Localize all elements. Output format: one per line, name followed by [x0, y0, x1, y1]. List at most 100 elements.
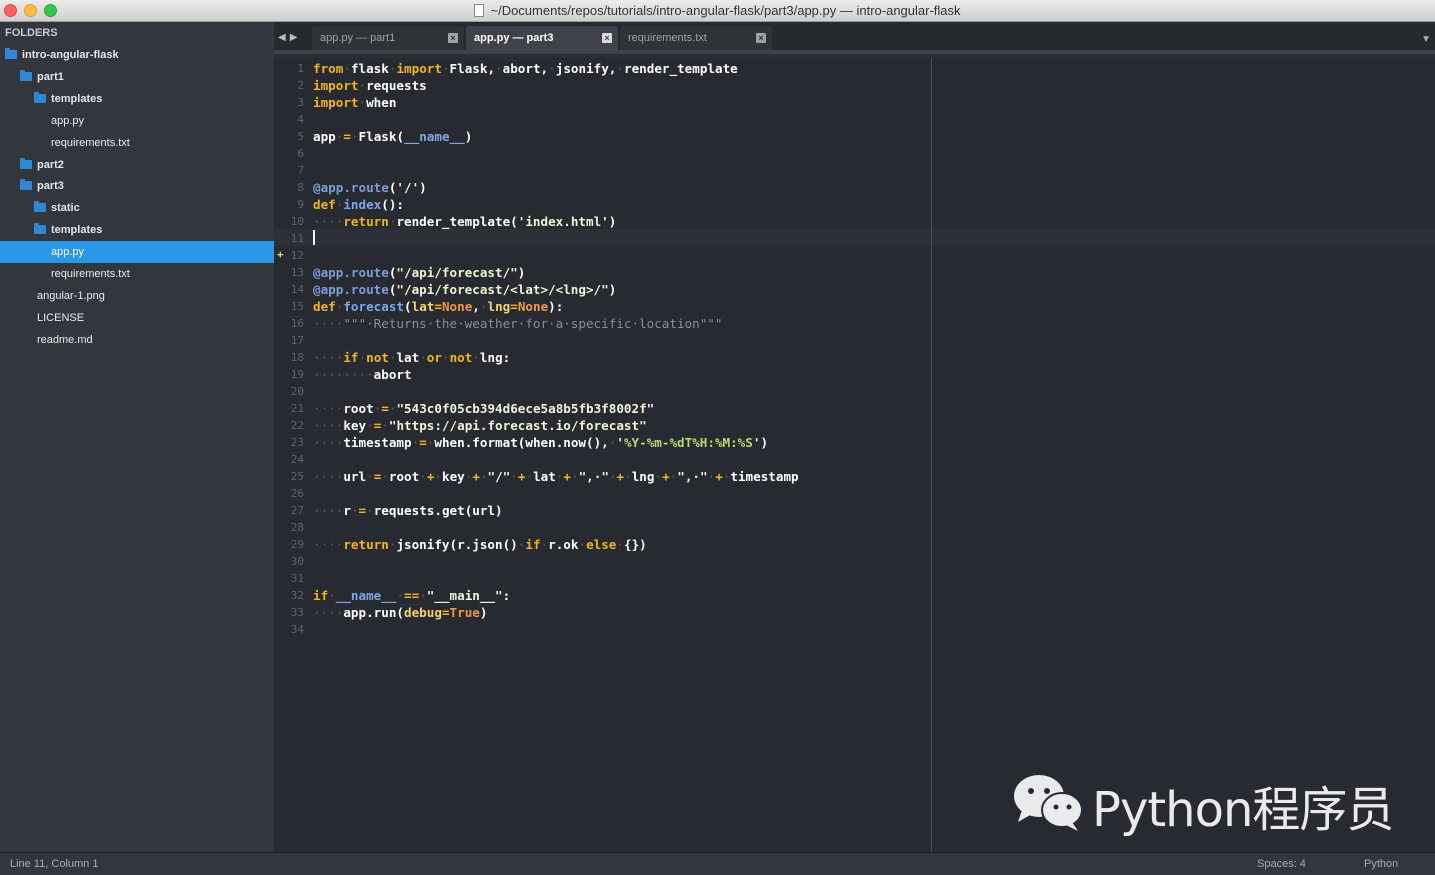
- code-line[interactable]: @app.route("/api/forecast/<lat>/<lng>/"): [313, 281, 616, 298]
- folder-item[interactable]: part1: [0, 66, 274, 88]
- code-token: abort: [373, 367, 412, 382]
- folder-icon: [34, 91, 46, 103]
- code-token: ·: [343, 61, 351, 76]
- line-number: 33: [290, 606, 304, 619]
- code-line[interactable]: import·requests: [313, 77, 427, 94]
- code-token: ",·": [578, 469, 609, 484]
- line-number: 17: [290, 334, 304, 347]
- folder-item[interactable]: static: [0, 197, 274, 219]
- code-token: ·: [472, 350, 480, 365]
- tab-bar: ◀▶ app.py — part1 × app.py — part3 × req…: [274, 22, 1435, 54]
- file-item[interactable]: app.py: [0, 110, 274, 132]
- code-line[interactable]: ····root·=·"543c0f05cb394d6ece5a8b5fb3f8…: [313, 400, 654, 417]
- code-line[interactable]: ····key·=·"https://api.forecast.io/forec…: [313, 417, 647, 434]
- file-item[interactable]: readme.md: [0, 329, 274, 351]
- code-token: return: [343, 537, 389, 552]
- line-number: 9: [297, 198, 304, 211]
- file-item[interactable]: angular-1.png: [0, 285, 274, 307]
- code-token: @app.route: [313, 265, 389, 280]
- code-line[interactable]: ····app.run(debug=True): [313, 604, 487, 621]
- code-token: url: [343, 469, 367, 484]
- code-token: ·: [434, 469, 442, 484]
- code-token: =: [381, 401, 389, 416]
- tab-requirements[interactable]: requirements.txt ×: [620, 26, 772, 50]
- code-token: (: [404, 299, 412, 314]
- code-line[interactable]: from·flask·import·Flask,·abort,·jsonify,…: [313, 60, 738, 77]
- code-line[interactable]: app·=·Flask(__name__): [313, 128, 472, 145]
- code-token: key: [343, 418, 367, 433]
- tab-list-dropdown-icon[interactable]: ▼: [1421, 34, 1431, 45]
- code-token: ·: [495, 61, 503, 76]
- code-editor[interactable]: 1 2 3 4 5 6 7 8 9 10 11 12 13 14 15 16 17 18 19 20 21 22 23 24 2…: [274, 58, 1435, 852]
- code-token: ': [616, 435, 624, 450]
- tab-close-icon[interactable]: ×: [448, 33, 458, 43]
- tree-item-label: app.py: [51, 246, 85, 259]
- folder-item[interactable]: templates: [0, 88, 274, 110]
- code-line[interactable]: ····timestamp·=·when.format(when.now(),·…: [313, 434, 768, 451]
- folder-item[interactable]: intro-angular-flask: [0, 44, 274, 66]
- code-token: ): [479, 605, 488, 620]
- tab-nav-arrows[interactable]: ◀▶: [278, 32, 301, 43]
- folder-item[interactable]: part3: [0, 175, 274, 197]
- code-token: root: [388, 469, 420, 484]
- syntax-selector[interactable]: Python: [1364, 853, 1398, 875]
- tree-item-label: templates: [51, 224, 103, 237]
- line-number: 21: [290, 402, 304, 415]
- code-token: lat: [396, 350, 420, 365]
- tab-next-icon[interactable]: ▶: [290, 32, 302, 43]
- code-line[interactable]: ········abort: [313, 366, 412, 383]
- code-token: +: [563, 469, 571, 484]
- line-number: 13: [290, 266, 304, 279]
- code-token: return: [343, 214, 389, 229]
- file-item[interactable]: requirements.txt: [0, 263, 274, 285]
- code-line[interactable]: ····return·jsonify(r.json()·if·r.ok·else…: [313, 536, 647, 553]
- code-token: def: [313, 197, 336, 212]
- line-number: 15: [290, 300, 304, 313]
- code-line[interactable]: import·when: [313, 94, 396, 111]
- folder-icon: [34, 201, 46, 213]
- code-token: def: [313, 299, 336, 314]
- code-token: +: [715, 469, 723, 484]
- file-item[interactable]: app.py: [0, 241, 274, 264]
- tree-item-label: requirements.txt: [51, 268, 130, 280]
- line-number: 14: [290, 283, 304, 296]
- code-token: import: [313, 78, 359, 93]
- file-item[interactable]: LICENSE: [0, 307, 274, 329]
- code-token: if: [343, 350, 359, 365]
- code-line[interactable]: ····if·not·lat·or·not·lng:: [313, 349, 510, 366]
- tree-item-label: part1: [37, 70, 64, 83]
- code-line[interactable]: ····r·=·requests.get(url): [313, 502, 503, 519]
- tab-prev-icon[interactable]: ◀: [278, 32, 290, 43]
- code-line[interactable]: def·index():: [313, 196, 404, 213]
- tab-close-icon[interactable]: ×: [756, 33, 766, 43]
- code-token: ·: [548, 61, 556, 76]
- code-token: ····: [313, 503, 344, 518]
- indentation-setting[interactable]: Spaces: 4: [1257, 853, 1306, 875]
- code-token: ·: [540, 537, 549, 552]
- code-token: app: [313, 129, 336, 144]
- code-line[interactable]: if·__name__·==·"__main__":: [313, 587, 510, 604]
- code-token: key: [442, 469, 465, 484]
- code-line[interactable]: @app.route('/'): [313, 179, 427, 196]
- code-line[interactable]: ····"""·Returns·the·weather·for·a·specif…: [313, 315, 722, 332]
- code-line[interactable]: def·forecast(lat=None,·lng=None):: [313, 298, 563, 315]
- code-line[interactable]: ····return·render_template('index.html'): [313, 213, 616, 230]
- code-line[interactable]: ····url·=·root·+·key·+·"/"·+·lat·+·",·"·…: [313, 468, 799, 485]
- folder-item[interactable]: part2: [0, 154, 274, 176]
- code-token: ): [608, 282, 617, 297]
- tab-app-part1[interactable]: app.py — part1 ×: [312, 26, 464, 50]
- folder-item[interactable]: templates: [0, 219, 274, 241]
- code-token: ····: [313, 214, 344, 229]
- tab-close-icon[interactable]: ×: [602, 33, 612, 43]
- code-token: :: [502, 588, 511, 603]
- code-token: abort,: [502, 61, 549, 76]
- file-item[interactable]: requirements.txt: [0, 132, 274, 154]
- line-number: 1: [297, 62, 304, 75]
- tab-app-part3[interactable]: app.py — part3 ×: [466, 26, 618, 50]
- code-token: +: [472, 469, 480, 484]
- code-token: "/api/forecast/<lat>/<lng>/": [396, 282, 609, 297]
- line-number: 16: [290, 317, 304, 330]
- code-line[interactable]: @app.route("/api/forecast/"): [313, 264, 525, 281]
- code-token: '/': [396, 180, 420, 195]
- tab-label: requirements.txt: [628, 32, 707, 44]
